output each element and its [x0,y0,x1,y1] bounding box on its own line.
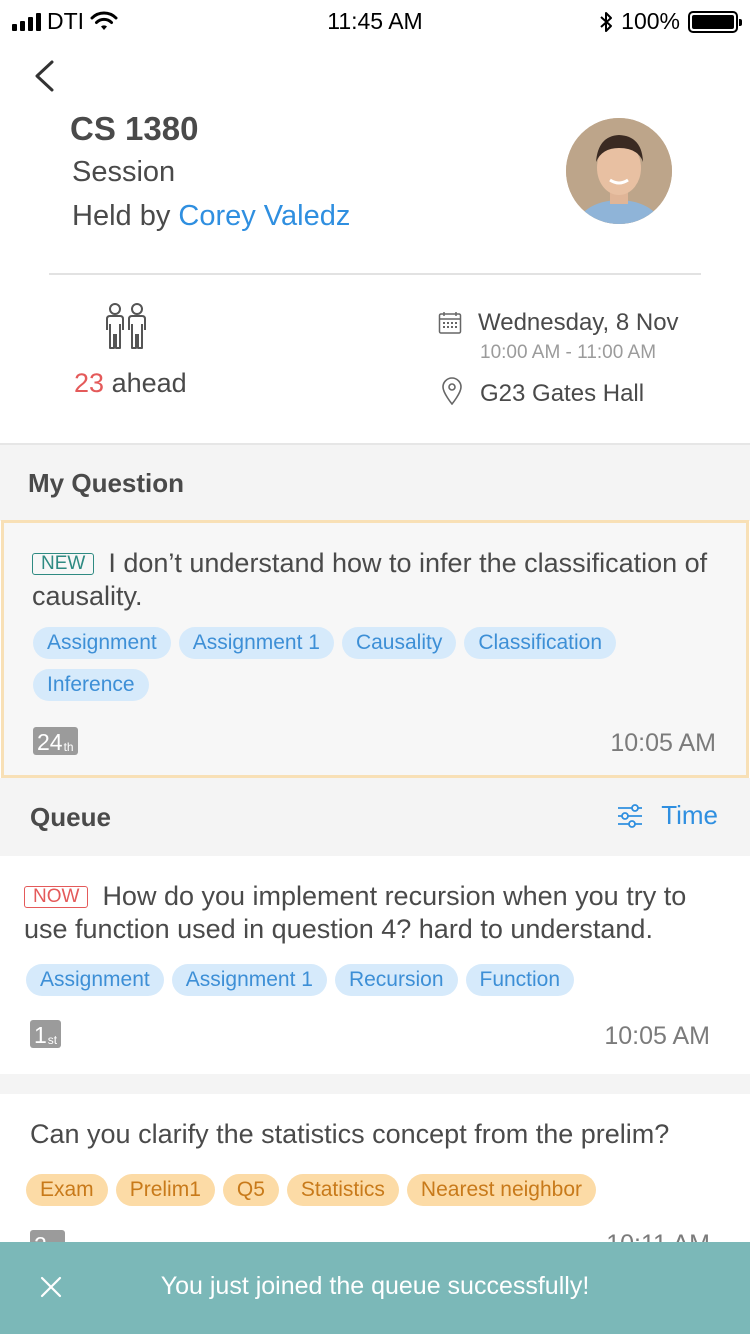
my-question-title: My Question [28,468,185,498]
queue-header: Queue Time [0,778,750,856]
queue-item-tags: Exam Prelim1 Q5 Statistics Nearest neigh… [26,1174,726,1206]
host-name-link[interactable]: Corey Valedz [178,200,350,232]
status-bar: DTI 11:45 AM 100% [0,0,750,44]
tag[interactable]: Statistics [286,1174,399,1206]
back-button[interactable] [24,54,64,98]
avatar-image [566,118,672,224]
my-question-header: My Question [0,443,750,521]
card-separator [0,1074,750,1094]
tag[interactable]: Recursion [334,964,458,996]
queue-question-text: How do you implement recursion when you … [24,881,687,944]
question-time: 10:05 AM [610,729,716,757]
queue-ahead: 23 ahead [74,368,187,399]
queue-item-tags: Assignment Assignment 1 Recursion Functi… [26,964,726,996]
sort-label: Time [661,800,718,830]
my-question-card[interactable]: NEW I don’t understand how to infer the c… [1,520,749,778]
held-by: Held by Corey Valedz [72,200,350,233]
my-question-text: I don’t understand how to infer the clas… [32,548,708,611]
session-location: G23 Gates Hall [480,380,645,407]
tag[interactable]: Function [465,964,575,996]
queue-question-text: Can you clarify the statistics concept f… [30,1119,670,1149]
tag[interactable]: Prelim1 [115,1174,215,1206]
rank-badge: 24th [33,727,78,755]
tag[interactable]: Assignment [26,964,164,996]
queue-question-text-block: NOW How do you implement recursion when y… [24,880,724,946]
host-avatar[interactable] [566,118,672,224]
ahead-count: 23 [74,368,105,398]
ahead-label: ahead [111,368,187,398]
people-icon [106,303,146,349]
calendar-icon [438,312,462,334]
queue-title: Queue [30,802,111,832]
status-right: 100% [599,8,742,35]
now-badge: NOW [24,886,89,908]
toast-message: You just joined the queue successfully! [160,1272,590,1300]
tag[interactable]: Assignment [33,627,171,659]
session-date: Wednesday, 8 Nov [478,309,679,336]
held-by-prefix: Held by [72,200,171,232]
my-question-tags: Assignment Assignment 1 Causality Classi… [33,627,683,701]
tag[interactable]: Exam [26,1174,108,1206]
session-time-range: 10:00 AM - 11:00 AM [480,342,657,363]
my-question-text-block: NEW I don’t understand how to infer the c… [32,547,722,613]
tag[interactable]: Classification [464,627,617,659]
tag[interactable]: Causality [341,627,457,659]
location-pin-icon [442,377,462,405]
filter-sliders-icon [618,803,643,828]
sort-button[interactable]: Time [617,800,718,831]
rank-suffix: st [47,1033,58,1047]
rank-badge: 1st [30,1020,62,1048]
battery-icon [688,10,742,33]
success-toast: You just joined the queue successfully! [0,1242,750,1334]
bluetooth-icon [600,11,613,32]
battery-percent: 100% [621,8,680,34]
session-type: Session [72,156,176,188]
tag[interactable]: Nearest neighbor [406,1174,597,1206]
tag[interactable]: Assignment 1 [178,627,334,659]
new-badge: NEW [32,553,95,575]
course-code: CS 1380 [70,110,199,147]
rank-suffix: th [63,740,74,754]
tag[interactable]: Inference [33,669,149,701]
tag[interactable]: Assignment 1 [171,964,327,996]
question-time: 10:05 AM [604,1022,710,1050]
queue-item[interactable]: NOW How do you implement recursion when y… [0,856,750,1074]
rank-number: 1 [34,1022,47,1048]
rank-number: 24 [37,729,63,755]
header-divider [49,273,701,275]
tag[interactable]: Q5 [222,1174,279,1206]
chevron-left-icon [35,60,54,92]
